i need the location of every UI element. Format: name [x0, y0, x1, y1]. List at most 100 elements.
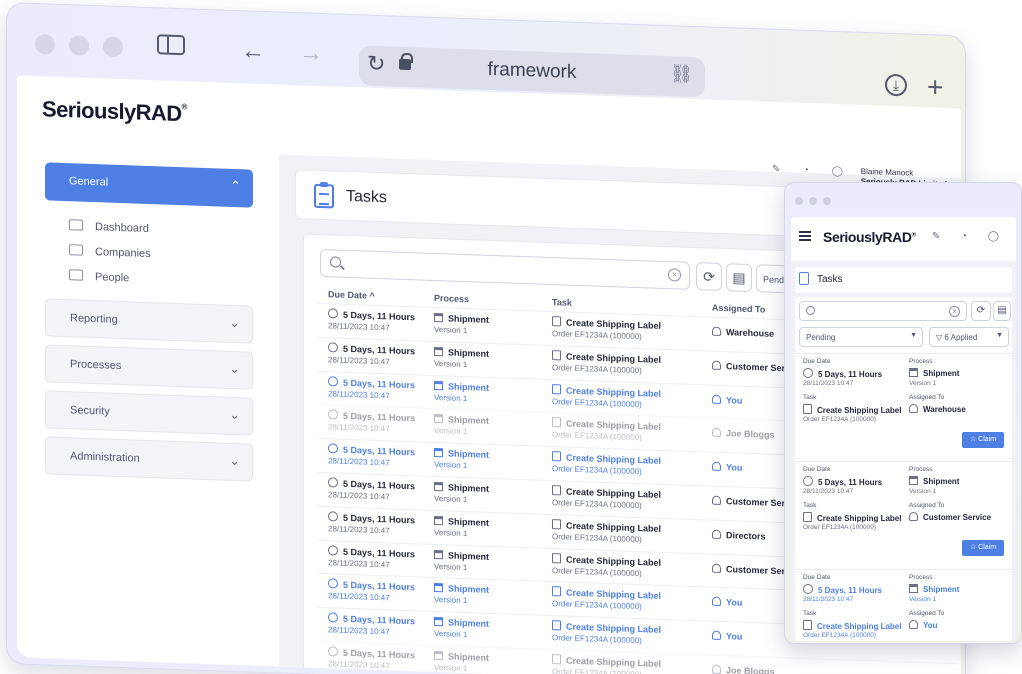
chevron-down-icon: ▼ — [996, 332, 1003, 339]
mobile-window-dot — [809, 197, 817, 205]
process-cell: Shipment Version 1 — [434, 617, 490, 640]
mobile-task-card[interactable]: Due Date 5 Days, 11 Hours 28/11/2023 10:47… — [795, 353, 1012, 457]
clock-icon — [328, 612, 338, 623]
back-arrow-icon[interactable]: ← — [241, 33, 265, 70]
mobile-status-select[interactable]: Pending ▼ — [799, 327, 923, 347]
assigned-cell: You — [712, 461, 742, 474]
due-cell: 5 Days, 11 Hours 28/11/2023 10:47 — [328, 646, 416, 671]
new-tab-plus-icon[interactable]: + — [927, 69, 943, 106]
mobile-topbar-icons[interactable]: ✎ ◔ ◯ — [932, 231, 1008, 242]
mobile-filter-button[interactable]: ▽ 6 Applied ▼ — [929, 327, 1009, 347]
assigned-cell: Warehouse — [712, 326, 774, 340]
hamburger-menu-icon[interactable] — [799, 231, 811, 241]
clock-icon — [803, 584, 813, 594]
clear-icon[interactable]: × — [668, 268, 681, 282]
sidebar-item-dashboard[interactable]: Dashboard — [69, 219, 149, 235]
clock-icon — [328, 646, 338, 657]
task-cell[interactable]: Create Shipping Label Order EF1234A (1000… — [552, 417, 661, 445]
due-label: Due Date — [803, 574, 831, 581]
search-icon — [330, 256, 341, 268]
mobile-screen: SeriouslyRAD® ✎ ◔ ◯ Tasks × ⟳ ▤ Pending ▼… — [791, 217, 1016, 641]
refresh-button[interactable]: ⟳ — [696, 262, 722, 292]
window-minimize-dot[interactable] — [69, 35, 89, 56]
clear-icon[interactable]: × — [949, 306, 960, 317]
sidebar-item-general[interactable]: General ⌃ — [45, 162, 253, 208]
clipboard-icon — [314, 183, 334, 209]
process-label: Process — [909, 466, 933, 473]
sidebar-item-companies[interactable]: Companies — [69, 244, 151, 260]
column-header-due-date[interactable]: Due Date ^ — [328, 289, 375, 301]
mobile-refresh-button[interactable]: ⟳ — [971, 301, 991, 321]
clock-icon — [328, 443, 338, 454]
download-icon[interactable]: ⤓ — [885, 73, 907, 97]
window-maximize-dot[interactable] — [103, 36, 123, 58]
mobile-search-input[interactable]: × — [799, 301, 967, 321]
process-icon — [434, 448, 443, 458]
search-input[interactable]: × — [320, 248, 690, 290]
task-cell[interactable]: Create Shipping Label Order EF1234A (1000… — [552, 654, 661, 674]
user-icon — [712, 563, 721, 573]
brand-logo[interactable]: SeriouslyRAD® — [42, 96, 187, 127]
mobile-brand-logo[interactable]: SeriouslyRAD® — [823, 229, 916, 245]
sidebar-item-administration[interactable]: Administration ⌄ — [45, 436, 253, 482]
assigned-label: Assigned To — [909, 502, 945, 509]
assigned-label: Assigned To — [909, 394, 945, 401]
process-icon — [434, 549, 443, 559]
sidebar-item-reporting[interactable]: Reporting ⌄ — [45, 298, 253, 344]
task-icon — [552, 654, 561, 665]
sidebar-item-security[interactable]: Security ⌄ — [45, 390, 253, 436]
building-icon — [69, 244, 83, 256]
task-cell[interactable]: Create Shipping Label Order EF1234A (1000… — [552, 586, 661, 614]
claim-button[interactable]: ☆ Claim — [962, 540, 1004, 556]
export-button[interactable]: ▤ — [726, 263, 752, 293]
mobile-export-button[interactable]: ▤ — [993, 301, 1011, 321]
clock-icon — [803, 368, 813, 378]
task-cell[interactable]: Create Shipping Label Order EF1234A (1000… — [552, 451, 661, 479]
mobile-task-card[interactable]: Due Date 5 Days, 11 Hours 28/11/2023 10:47… — [795, 569, 1012, 641]
process-icon — [434, 414, 443, 424]
sidebar-toggle-icon[interactable] — [157, 34, 185, 56]
task-icon — [552, 586, 561, 597]
home-icon — [69, 219, 83, 231]
process-cell: Shipment Version 1 — [434, 312, 490, 336]
task-cell[interactable]: Create Shipping Label Order EF1234A (1000… — [552, 552, 661, 581]
process-cell: Shipment Version 1 — [434, 515, 490, 538]
user-icon — [712, 428, 721, 438]
task-cell[interactable]: Create Shipping Label Order EF1234A (1000… — [552, 316, 661, 344]
id-card-icon — [69, 269, 83, 281]
task-cell[interactable]: Create Shipping Label Order EF1234A (1000… — [552, 518, 661, 547]
chevron-up-icon: ⌃ — [230, 177, 241, 194]
assigned-label: Assigned To — [909, 610, 945, 617]
window-close-dot[interactable] — [35, 34, 55, 55]
task-cell[interactable]: Create Shipping Label Order EF1234A (1000… — [552, 383, 661, 412]
user-icon — [712, 529, 721, 539]
mobile-task-card[interactable]: Due Date 5 Days, 11 Hours 28/11/2023 10:47… — [795, 461, 1012, 565]
clock-icon — [328, 578, 338, 589]
task-cell[interactable]: Create Shipping Label Order EF1234A (1000… — [552, 485, 661, 513]
task-cell[interactable]: Create Shipping Label Order EF1234A (1000… — [552, 349, 661, 378]
sidebar-item-people[interactable]: People — [69, 269, 129, 284]
user-icon — [712, 394, 721, 404]
user-icon — [909, 512, 918, 521]
forward-arrow-icon[interactable]: → — [299, 35, 323, 72]
due-cell: 5 Days, 11 Hours 28/11/2023 10:47 — [328, 342, 416, 367]
column-header-assigned-to[interactable]: Assigned To — [712, 303, 765, 315]
sidebar-item-processes[interactable]: Processes ⌄ — [45, 344, 253, 390]
column-header-task[interactable]: Task — [552, 297, 572, 308]
task-cell[interactable]: Create Shipping Label Order EF1234A (1000… — [552, 620, 661, 648]
assigned-cell: Joe Bloggs — [712, 427, 775, 441]
user-icon — [712, 597, 721, 607]
column-header-process[interactable]: Process — [434, 293, 469, 304]
mobile-window: SeriouslyRAD® ✎ ◔ ◯ Tasks × ⟳ ▤ Pending ▼… — [784, 182, 1022, 644]
task-icon — [552, 417, 561, 428]
link-icon[interactable]: ⛓ — [670, 63, 693, 85]
process-icon — [434, 312, 443, 323]
process-cell: Shipment Version 1 — [434, 481, 490, 505]
assigned-cell: Directors — [712, 528, 766, 542]
claim-button[interactable]: ☆ Claim — [962, 432, 1004, 448]
user-icon — [712, 360, 721, 370]
mobile-tasks-header: Tasks — [795, 267, 1012, 293]
clock-icon — [328, 375, 338, 387]
chevron-down-icon: ▼ — [910, 332, 917, 339]
sidebar-item-label: General — [69, 175, 109, 189]
